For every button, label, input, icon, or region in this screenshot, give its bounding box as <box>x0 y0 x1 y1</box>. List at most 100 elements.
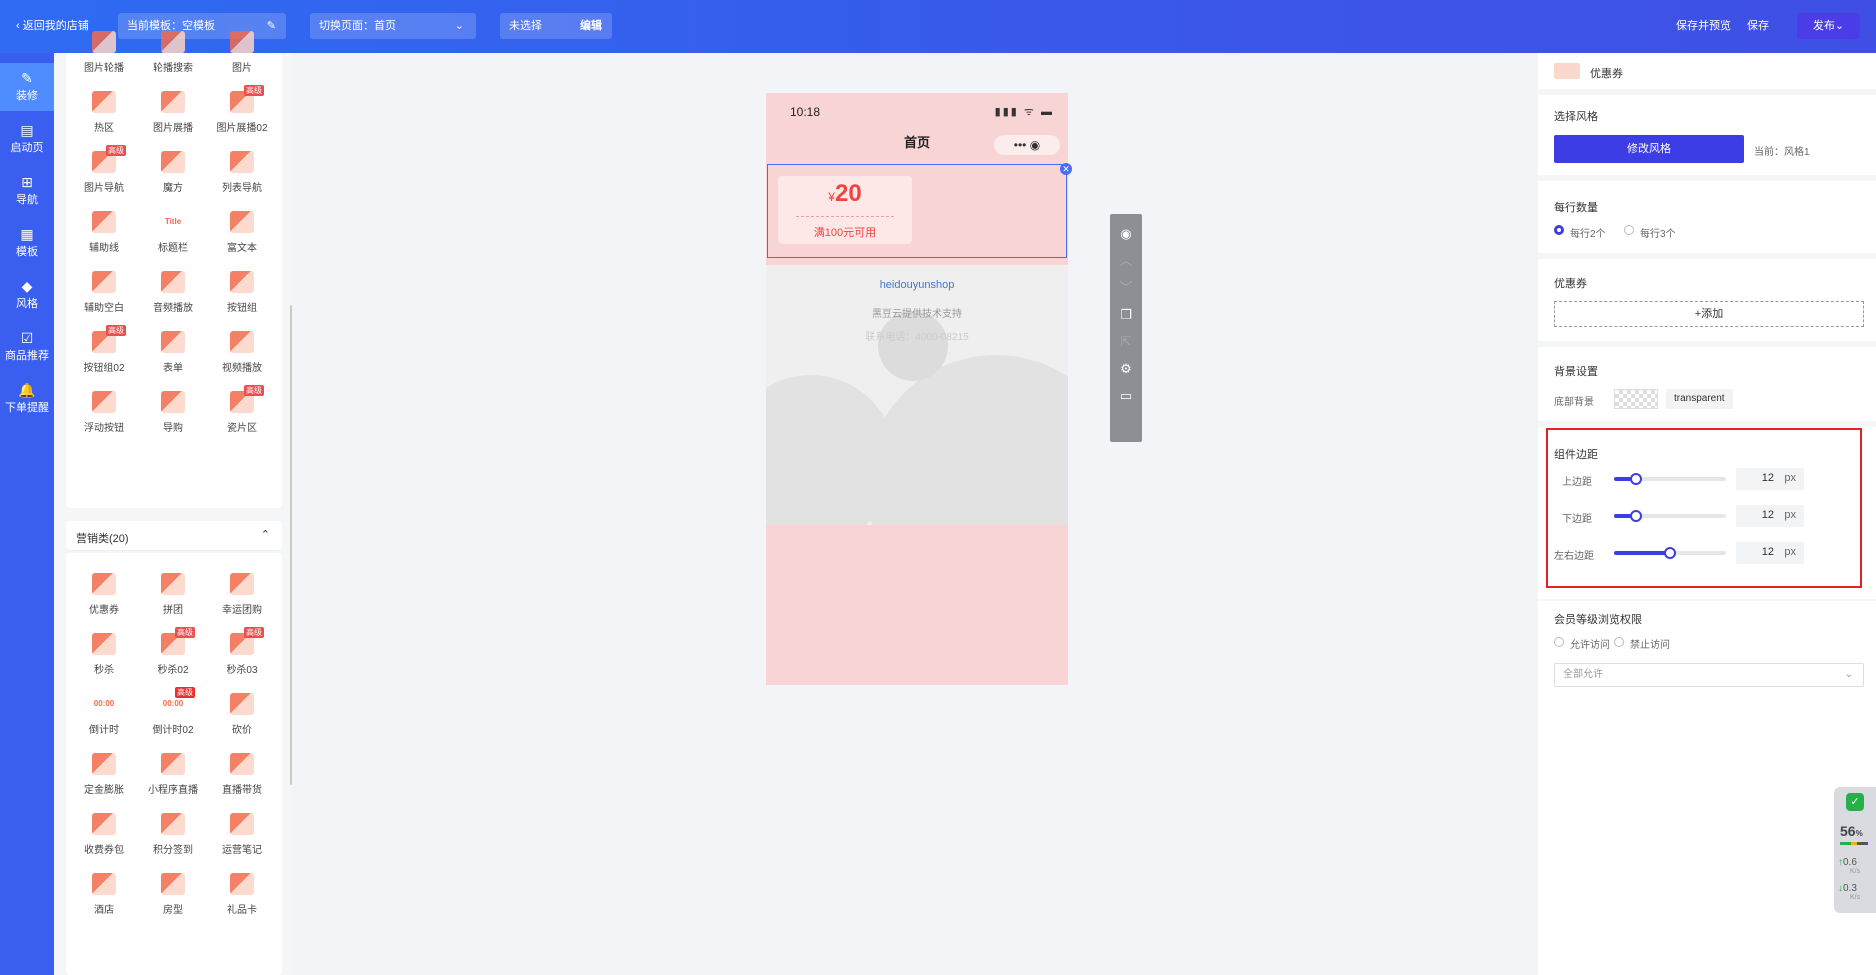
component-item[interactable]: 秒杀 <box>71 633 137 676</box>
coupon-card[interactable]: ¥20 满100元可用 <box>778 176 912 244</box>
component-item[interactable]: 高级 瓷片区 <box>209 385 275 434</box>
component-item[interactable]: 图片 <box>209 31 275 74</box>
chevron-down-icon: ⌄ <box>1834 20 1845 32</box>
save-preview-button[interactable]: 保存并预览 <box>1676 13 1731 39</box>
component-item[interactable]: 优惠券 <box>71 573 137 616</box>
component-label: 辅助空白 <box>84 303 124 314</box>
component-item[interactable]: 定金膨胀 <box>71 753 137 796</box>
edit-button[interactable]: 编辑 <box>580 13 602 39</box>
margin-slider[interactable] <box>1614 510 1726 522</box>
component-item[interactable]: 00:00 高级 倒计时02 <box>140 687 206 736</box>
component-item[interactable]: 热区 <box>71 91 137 134</box>
settings-icon[interactable]: ⚙ <box>1110 357 1142 381</box>
top-bar: ‹ 返回我的店铺 当前模板：空模板 ✎ 切换页面：首页 ⌄ 未选择 编辑 保存并预览 … <box>0 0 1876 53</box>
add-coupon-button[interactable]: +添加 <box>1554 301 1864 327</box>
arrow-up-icon[interactable]: ︿ <box>1110 249 1142 273</box>
app-root: ‹ 返回我的店铺 当前模板：空模板 ✎ 切换页面：首页 ⌄ 未选择 编辑 保存并预览 … <box>0 0 1876 975</box>
component-label: 直播带货 <box>222 785 262 796</box>
component-item[interactable]: 礼品卡 <box>209 873 275 916</box>
selection-box[interactable]: 未选择 编辑 <box>500 13 612 39</box>
component-label: 运营笔记 <box>222 845 262 856</box>
recommend-icon: ☑ <box>20 330 34 346</box>
radio-allow-access[interactable] <box>1554 637 1564 647</box>
save-button[interactable]: 保存 <box>1747 13 1769 39</box>
section-separator <box>1538 599 1876 601</box>
component-item[interactable]: 砍价 <box>209 693 275 736</box>
nav-item[interactable]: ◆ 风格 <box>0 271 54 319</box>
page-switch-dropdown[interactable]: 切换页面：首页 ⌄ <box>310 13 476 39</box>
nav-item[interactable]: ▦ 模板 <box>0 219 54 267</box>
component-item[interactable]: 小程序直播 <box>140 753 206 796</box>
component-item[interactable]: 高级 图片展播02 <box>209 85 275 134</box>
component-item[interactable]: 轮播搜索 <box>140 31 206 74</box>
radio-per-row-3[interactable] <box>1624 225 1634 235</box>
component-item[interactable]: 高级 秒杀02 <box>140 627 206 676</box>
publish-button[interactable]: 发布⌄ <box>1797 13 1860 39</box>
upload-rate: ↑0.6 K/s <box>1838 857 1860 875</box>
component-item[interactable]: Title 标题栏 <box>140 211 206 254</box>
component-item[interactable]: 富文本 <box>209 211 275 254</box>
cpu-percent-value: 56 <box>1840 823 1856 839</box>
export-icon[interactable]: ⇱ <box>1110 330 1142 354</box>
remove-component-icon[interactable]: ✕ <box>1060 163 1072 175</box>
margin-slider[interactable] <box>1614 473 1726 485</box>
component-item[interactable]: 收费券包 <box>71 813 137 856</box>
copy-icon[interactable]: ❐ <box>1110 303 1142 327</box>
background-color-swatch[interactable] <box>1614 389 1658 409</box>
network-monitor-widget[interactable]: ✓ 56% ↑0.6 K/s ↓0.3 K/s <box>1834 787 1876 913</box>
component-item[interactable]: 直播带货 <box>209 753 275 796</box>
nav-item[interactable]: ⊞ 导航 <box>0 167 54 215</box>
margin-number-input[interactable]: 12 px <box>1736 542 1804 564</box>
component-item[interactable]: 魔方 <box>140 151 206 194</box>
nav-item[interactable]: ✎ 装修 <box>0 63 54 111</box>
component-item[interactable]: 按钮组 <box>209 271 275 314</box>
component-item[interactable]: 高级 按钮组02 <box>71 325 137 374</box>
nav-item[interactable]: ▤ 启动页 <box>0 115 54 163</box>
nav-item-label: 导航 <box>16 194 38 206</box>
nav-item-label: 模板 <box>16 246 38 258</box>
nav-item-label: 风格 <box>16 298 38 310</box>
nav-item[interactable]: ☑ 商品推荐 <box>0 323 54 371</box>
component-item[interactable]: 运营笔记 <box>209 813 275 856</box>
radio-deny-access[interactable] <box>1614 637 1624 647</box>
component-label: 富文本 <box>227 243 257 254</box>
component-item[interactable]: 00:00 倒计时 <box>71 693 137 736</box>
component-item[interactable]: 高级 图片导航 <box>71 145 137 194</box>
component-item[interactable]: 辅助线 <box>71 211 137 254</box>
page-switch-label: 切换页面：首页 <box>319 20 396 32</box>
margin-slider[interactable] <box>1614 547 1726 559</box>
component-item[interactable]: 幸运团购 <box>209 573 275 616</box>
component-item[interactable]: 表单 <box>140 331 206 374</box>
component-icon <box>161 573 185 595</box>
marketing-group-header[interactable]: 营销类(20) ⌃ <box>66 521 282 551</box>
component-item[interactable]: 浮动按钮 <box>71 391 137 434</box>
margin-number-input[interactable]: 12 px <box>1736 468 1804 490</box>
note-icon[interactable]: ▭ <box>1110 384 1142 408</box>
component-icon: 高级 <box>92 145 126 173</box>
arrow-down-icon[interactable]: ﹀ <box>1110 276 1142 300</box>
component-item[interactable]: 音频播放 <box>140 271 206 314</box>
component-item[interactable]: 视频播放 <box>209 331 275 374</box>
component-item[interactable]: 导购 <box>140 391 206 434</box>
modify-style-button[interactable]: 修改风格 <box>1554 135 1744 163</box>
slider-handle[interactable] <box>1664 547 1676 559</box>
radio-per-row-2[interactable] <box>1554 225 1564 235</box>
component-item[interactable]: 高级 秒杀03 <box>209 627 275 676</box>
component-item[interactable]: 列表导航 <box>209 151 275 194</box>
decor-circle <box>866 355 1068 525</box>
component-item[interactable]: 积分签到 <box>140 813 206 856</box>
component-item[interactable]: 图片展播 <box>140 91 206 134</box>
permission-level-select[interactable]: 全部允许 ⌄ <box>1554 663 1864 687</box>
component-item[interactable]: 酒店 <box>71 873 137 916</box>
nav-item[interactable]: 🔔 下单提醒 <box>0 375 54 423</box>
props-header-title: 优惠券 <box>1590 68 1623 80</box>
template-icon: ▦ <box>20 226 34 242</box>
coupon-condition: 满100元可用 <box>813 227 877 239</box>
margin-number-input[interactable]: 12 px <box>1736 505 1804 527</box>
component-item[interactable]: 拼团 <box>140 573 206 616</box>
eye-icon[interactable]: ◉ <box>1110 222 1142 246</box>
coupon-component-selected[interactable]: ¥20 满100元可用 ✕ <box>767 163 1072 258</box>
component-item[interactable]: 辅助空白 <box>71 271 137 314</box>
component-item[interactable]: 图片轮播 <box>71 31 137 74</box>
component-item[interactable]: 房型 <box>140 873 206 916</box>
